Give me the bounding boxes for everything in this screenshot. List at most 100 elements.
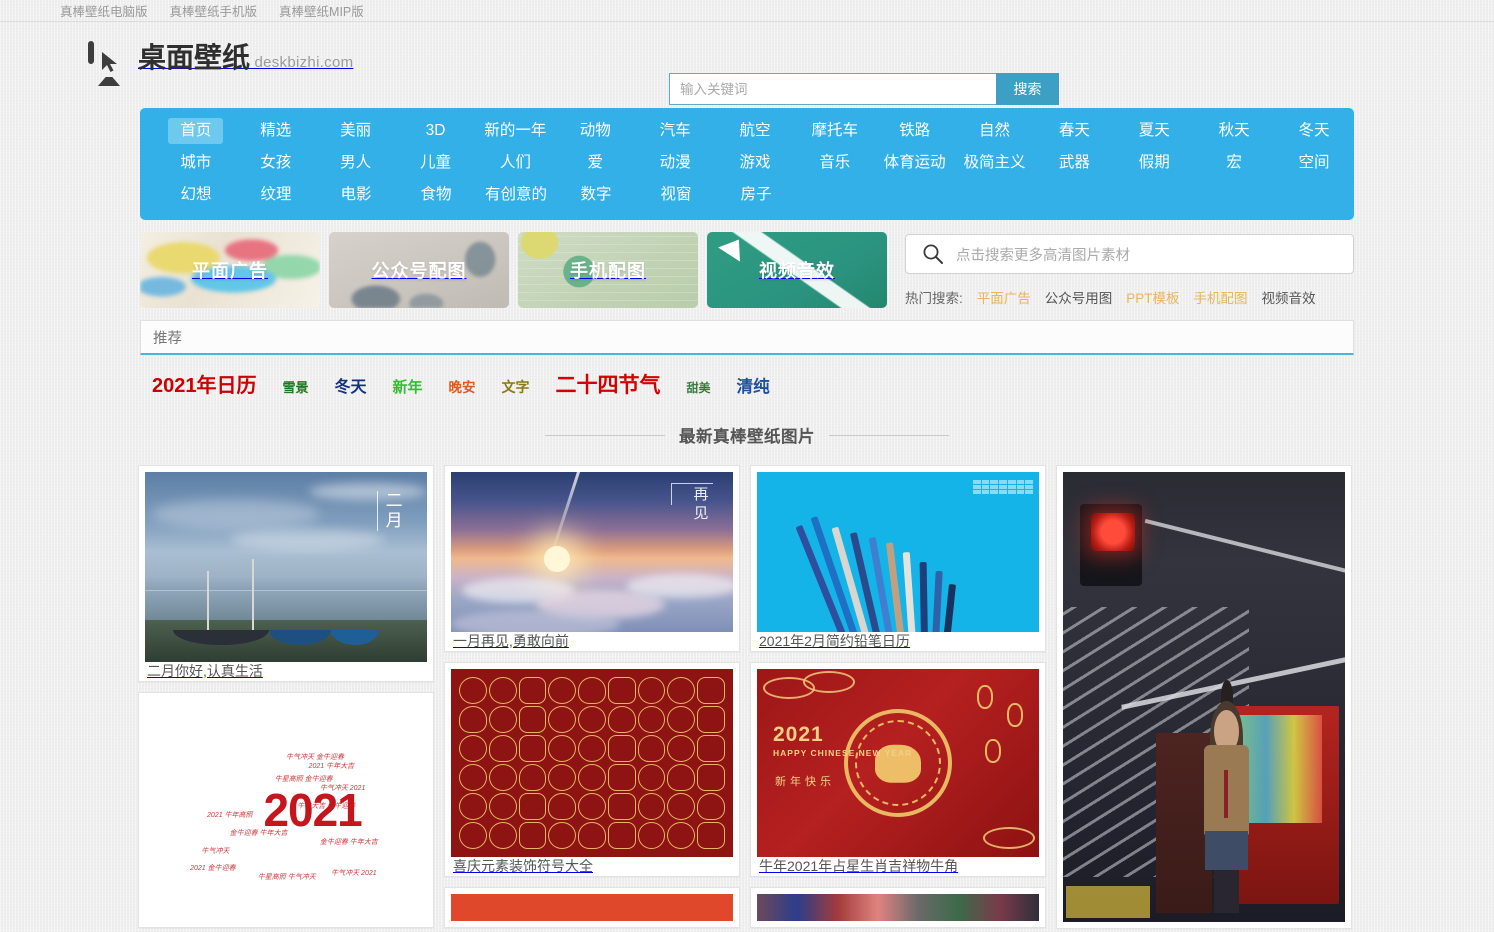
promo-card-wechat-images[interactable]: 公众号配图 — [329, 232, 509, 308]
logo-title: 桌面壁纸 — [138, 42, 251, 73]
nav-item-minimalism[interactable]: 极简主义 — [964, 150, 1026, 176]
tag-winter[interactable]: 冬天 — [335, 373, 367, 397]
logo-subtitle: deskbizhi.com — [254, 54, 354, 71]
divider-left — [545, 434, 665, 436]
site-logo[interactable]: 桌面壁纸 deskbizhi.com — [88, 41, 354, 88]
header-search-form: 搜索 — [669, 73, 1059, 105]
tag-pure[interactable]: 清纯 — [737, 373, 770, 397]
hot-search-label: 热门搜索: — [905, 291, 963, 306]
nav-item-winter[interactable]: 冬天 — [1298, 118, 1329, 144]
thumbnail-chinese-new-year-ox: 2021 HAPPY CHINESE NEW YEAR 新年快乐 — [757, 669, 1039, 857]
nav-item-house[interactable]: 房子 — [740, 182, 771, 208]
promo-card-label: 平面广告 — [192, 261, 268, 281]
wallpaper-card[interactable] — [750, 887, 1046, 928]
nav-item-cars[interactable]: 汽车 — [660, 118, 691, 144]
nav-item-animals[interactable]: 动物 — [580, 118, 611, 144]
nav-row-1: 首页 精选 美丽 3D 新的一年 动物 汽车 航空 摩托车 铁路 自然 春天 夏… — [140, 115, 1354, 147]
nav-item-nature[interactable]: 自然 — [979, 118, 1010, 144]
promo-card-label: 手机配图 — [570, 261, 646, 281]
tag-new-year[interactable]: 新年 — [393, 376, 423, 397]
ox-xinnian-text: 新年快乐 — [775, 776, 835, 788]
hot-tag-mobile-images[interactable]: 手机配图 — [1194, 287, 1248, 307]
nav-item-macro[interactable]: 宏 — [1226, 150, 1242, 176]
nav-item-summer[interactable]: 夏天 — [1139, 118, 1170, 144]
traffic-light-icon — [1091, 512, 1136, 551]
search-input[interactable] — [669, 73, 996, 105]
nav-item-new-year[interactable]: 新的一年 — [484, 118, 546, 144]
topbar-link-pc[interactable]: 真棒壁纸电脑版 — [60, 1, 148, 20]
nav-item-aviation[interactable]: 航空 — [739, 118, 770, 144]
recommend-label: 推荐 — [153, 330, 182, 347]
hot-tag-video-audio[interactable]: 视频音效 — [1262, 287, 1316, 307]
topbar-link-mip[interactable]: 真棒壁纸MIP版 — [279, 1, 364, 20]
nav-item-games[interactable]: 游戏 — [739, 150, 770, 176]
word-art-year: 2021 — [263, 784, 362, 836]
nav-item-digital[interactable]: 数字 — [580, 182, 611, 208]
nav-item-texture[interactable]: 纹理 — [260, 182, 291, 208]
ox-happy-text: HAPPY CHINESE NEW YEAR — [773, 748, 913, 758]
nav-item-anime[interactable]: 动漫 — [660, 150, 691, 176]
nav-item-featured[interactable]: 精选 — [260, 118, 291, 144]
nav-item-windows[interactable]: 视窗 — [660, 182, 691, 208]
site-header: 桌面壁纸 deskbizhi.com 搜索 — [0, 22, 1494, 108]
section-title-row: 最新真棒壁纸图片 — [140, 423, 1354, 447]
promo-card-label: 视频音效 — [759, 261, 835, 281]
promo-card-label: 公众号配图 — [371, 261, 467, 281]
nav-item-3d[interactable]: 3D — [426, 118, 446, 144]
nav-item-holiday[interactable]: 假期 — [1139, 150, 1170, 176]
tag-good-night[interactable]: 晚安 — [449, 376, 476, 396]
nav-item-love[interactable]: 爱 — [587, 150, 603, 176]
thumbnail-pencil-calendar — [757, 472, 1039, 632]
promo-search-area: 点击搜索更多高清图片素材 热门搜索: 平面广告 公众号用图 PPT模板 手机配图… — [905, 232, 1354, 307]
topbar-link-mobile[interactable]: 真棒壁纸手机版 — [170, 1, 258, 20]
nav-item-weapons[interactable]: 武器 — [1059, 150, 1090, 176]
wallpaper-card[interactable]: 再见 一月再见,勇敢向前 — [444, 465, 740, 652]
nav-item-food[interactable]: 食物 — [420, 182, 451, 208]
nav-item-creative[interactable]: 有创意的 — [485, 182, 547, 208]
grid-column-2: 再见 一月再见,勇敢向前 喜庆元素装饰符号大全 — [444, 465, 740, 928]
nav-item-people[interactable]: 人们 — [500, 150, 531, 176]
wallpaper-grid: 二月 二月你好,认真生活 牛气冲天 金牛迎春 2021 牛年大吉 牛星高照 金牛… — [138, 465, 1356, 929]
hot-tag-graphic-ads[interactable]: 平面广告 — [977, 287, 1031, 307]
nav-item-fantasy[interactable]: 幻想 — [180, 182, 211, 208]
nav-item-city[interactable]: 城市 — [180, 150, 211, 176]
nav-item-beautiful[interactable]: 美丽 — [340, 118, 371, 144]
wallpaper-card[interactable]: 2021 HAPPY CHINESE NEW YEAR 新年快乐 牛年2021年… — [750, 662, 1046, 877]
tag-2021-calendar[interactable]: 2021年日历 — [152, 369, 257, 398]
nav-item-children[interactable]: 儿童 — [420, 150, 451, 176]
nav-item-girls[interactable]: 女孩 — [260, 150, 291, 176]
nav-item-space[interactable]: 空间 — [1298, 150, 1329, 176]
nav-item-railway[interactable]: 铁路 — [899, 118, 930, 144]
tag-24-solar-terms[interactable]: 二十四节气 — [556, 369, 661, 399]
wallpaper-card[interactable]: 2021年2月简约铅笔日历 — [750, 465, 1046, 652]
wallpaper-card[interactable] — [1056, 465, 1352, 929]
nav-item-home[interactable]: 首页 — [168, 118, 224, 144]
promo-card-video-audio[interactable]: 视频音效 — [707, 232, 887, 308]
nav-row-2: 城市 女孩 男人 儿童 人们 爱 动漫 游戏 音乐 体育运动 极简主义 武器 假… — [140, 147, 1354, 179]
tag-snow-scene[interactable]: 雪景 — [283, 377, 309, 396]
hot-search-row: 热门搜索: 平面广告 公众号用图 PPT模板 手机配图 视频音效 — [905, 287, 1354, 307]
wallpaper-card[interactable] — [444, 887, 740, 928]
promo-search-box[interactable]: 点击搜索更多高清图片素材 — [905, 234, 1354, 274]
thumbnail-word-art-ox: 牛气冲天 金牛迎春 2021 牛年大吉 牛星高照 金牛迎春 牛气冲天 2021 … — [145, 699, 427, 921]
nav-item-spring[interactable]: 春天 — [1059, 118, 1090, 144]
nav-item-motorcycle[interactable]: 摩托车 — [812, 118, 859, 144]
tag-text[interactable]: 文字 — [502, 377, 530, 397]
nav-item-sports[interactable]: 体育运动 — [884, 150, 946, 176]
tag-sweet[interactable]: 甜美 — [687, 379, 711, 396]
hot-tag-ppt-template[interactable]: PPT模板 — [1126, 287, 1179, 307]
wallpaper-card[interactable]: 牛气冲天 金牛迎春 2021 牛年大吉 牛星高照 金牛迎春 牛气冲天 2021 … — [138, 692, 434, 928]
search-button[interactable]: 搜索 — [996, 73, 1059, 105]
promo-card-graphic-ads[interactable]: 平面广告 — [140, 232, 320, 308]
wallpaper-card[interactable]: 二月 二月你好,认真生活 — [138, 465, 434, 682]
nav-item-movies[interactable]: 电影 — [340, 182, 371, 208]
thumbnail-sea-boats: 二月 — [145, 472, 427, 662]
nav-item-men[interactable]: 男人 — [340, 150, 371, 176]
top-utility-bar: 真棒壁纸电脑版 真棒壁纸手机版 真棒壁纸MIP版 — [0, 0, 1494, 22]
nav-item-music[interactable]: 音乐 — [819, 150, 850, 176]
nav-item-autumn[interactable]: 秋天 — [1219, 118, 1250, 144]
thumbnail-orange-partial — [451, 894, 733, 921]
wallpaper-card[interactable]: 喜庆元素装饰符号大全 — [444, 662, 740, 877]
promo-card-mobile-images[interactable]: 手机配图 — [518, 232, 698, 308]
hot-tag-wechat-images[interactable]: 公众号用图 — [1045, 287, 1113, 307]
